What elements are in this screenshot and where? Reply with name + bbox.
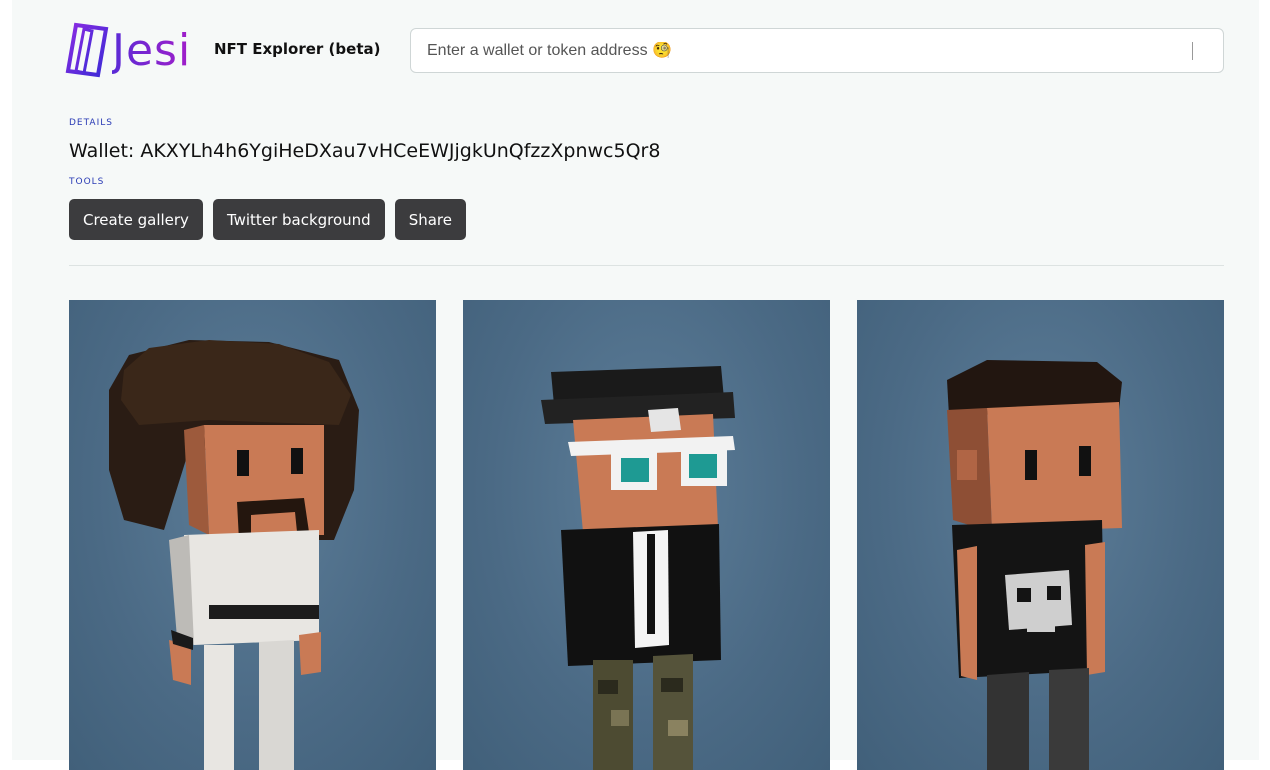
page: Jesi NFT Explorer (beta) DETAILS Wallet:… [12,0,1259,770]
logo-text: Jesi [112,24,192,76]
tools-label: TOOLS [69,177,105,187]
header: Jesi NFT Explorer (beta) [12,0,1259,100]
details-label: DETAILS [69,118,113,128]
nft-card[interactable] [857,300,1224,770]
create-gallery-button[interactable]: Create gallery [69,199,203,240]
nft-card[interactable] [69,300,436,770]
nft-card[interactable] [463,300,830,770]
nft-avatar-curly-hair-white-shirt-icon [109,340,359,770]
nft-grid [69,300,1224,770]
nft-avatar-skull-tshirt-icon [947,360,1122,770]
logo[interactable]: Jesi [62,20,202,80]
twitter-background-button[interactable]: Twitter background [212,199,385,240]
wallet-address: Wallet: AKXYLh4h6YgiHeDXau7vHCeEWJjgkUnQ… [69,140,661,162]
nft-avatar-cap-glasses-jacket-icon [541,366,735,770]
app-subtitle: NFT Explorer (beta) [214,40,381,58]
search-box[interactable] [410,28,1224,73]
search-divider [1192,42,1193,60]
share-button[interactable]: Share [394,199,466,240]
logo-icon [65,22,109,78]
tools-bar: Create gallery Twitter background Share [69,199,466,240]
search-input[interactable] [427,41,1167,60]
divider [69,265,1224,266]
